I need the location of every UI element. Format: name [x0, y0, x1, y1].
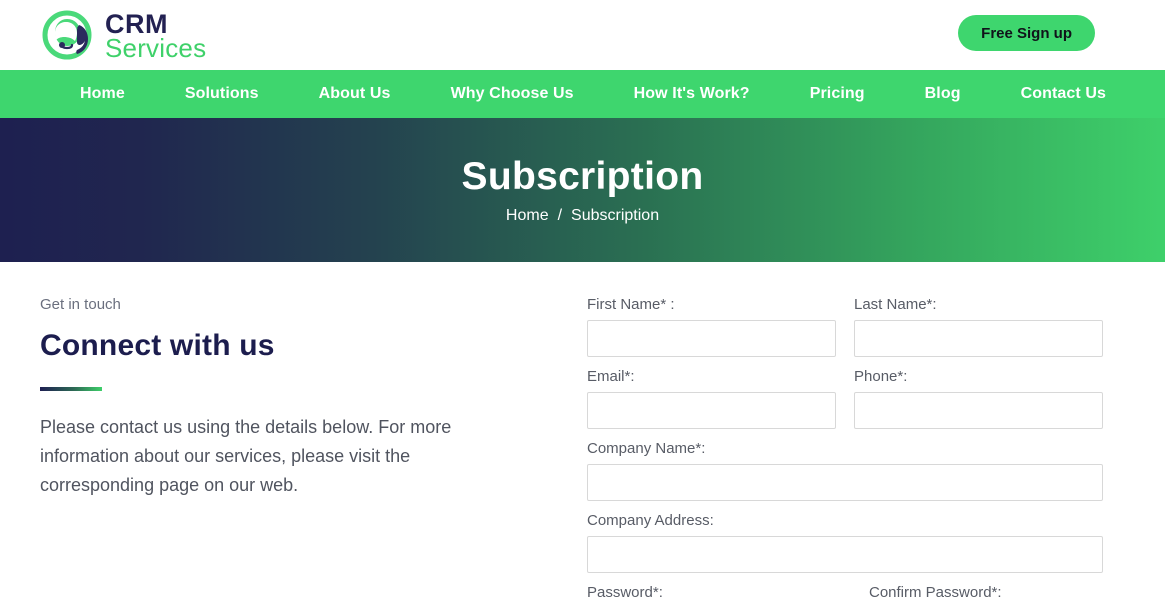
email-input[interactable]	[587, 392, 836, 429]
nav-item-pricing[interactable]: Pricing	[780, 85, 895, 103]
page-title: Subscription	[461, 155, 704, 198]
field-last-name: Last Name*:	[854, 296, 1103, 357]
headset-support-agent-icon	[40, 9, 96, 61]
form-row-password: Password*: Confirm Password*:	[587, 584, 1103, 601]
email-label: Email*:	[587, 368, 635, 385]
field-company-address: Company Address:	[587, 512, 1103, 573]
nav-list: Home Solutions About Us Why Choose Us Ho…	[50, 85, 1136, 103]
free-signup-button[interactable]: Free Sign up	[958, 15, 1095, 51]
company-name-input[interactable]	[587, 464, 1103, 501]
site-logo[interactable]: CRM Services	[40, 9, 206, 61]
intro-paragraph: Please contact us using the details belo…	[40, 417, 452, 495]
password-label: Password*:	[587, 584, 663, 601]
form-row-name: First Name* : Last Name*:	[587, 296, 1103, 357]
nav-item-blog[interactable]: Blog	[895, 85, 991, 103]
last-name-label: Last Name*:	[854, 296, 937, 313]
breadcrumb-home-link[interactable]: Home	[506, 207, 549, 225]
nav-item-home[interactable]: Home	[50, 85, 155, 103]
site-header: CRM Services Free Sign up	[0, 0, 1165, 70]
nav-item-contact-us[interactable]: Contact Us	[991, 85, 1136, 103]
subscription-form: First Name* : Last Name*: Email*: Phone*…	[545, 296, 1165, 601]
form-row-company-name: Company Name*:	[587, 440, 1103, 501]
intro-eyebrow: Get in touch	[40, 296, 121, 313]
breadcrumb-current: Subscription	[571, 207, 660, 224]
form-row-contact: Email*: Phone*:	[587, 368, 1103, 429]
field-confirm-password: Confirm Password*:	[854, 584, 1103, 601]
field-password: Password*:	[587, 584, 836, 601]
field-phone: Phone*:	[854, 368, 1103, 429]
breadcrumb-separator: /	[557, 207, 563, 224]
phone-label: Phone*:	[854, 368, 908, 385]
intro-heading: Connect with us	[40, 329, 275, 362]
nav-item-why-choose-us[interactable]: Why Choose Us	[421, 85, 604, 103]
first-name-input[interactable]	[587, 320, 836, 357]
logo-wordmark: CRM Services	[105, 9, 207, 63]
nav-item-about-us[interactable]: About Us	[289, 85, 421, 103]
field-email: Email*:	[587, 368, 836, 429]
company-address-input[interactable]	[587, 536, 1103, 573]
field-company-name: Company Name*:	[587, 440, 1103, 501]
phone-input[interactable]	[854, 392, 1103, 429]
nav-item-how-its-work[interactable]: How It's Work?	[604, 85, 780, 103]
logo-services-text: Services	[105, 33, 207, 63]
last-name-input[interactable]	[854, 320, 1103, 357]
first-name-label: First Name* :	[587, 296, 675, 313]
page-content: Get in touch Connect with us Please cont…	[0, 262, 1165, 601]
form-row-company-address: Company Address:	[587, 512, 1103, 573]
main-navigation: Home Solutions About Us Why Choose Us Ho…	[0, 70, 1165, 118]
company-address-label: Company Address:	[587, 512, 714, 529]
field-first-name: First Name* :	[587, 296, 836, 357]
confirm-password-label: Confirm Password*:	[869, 584, 1002, 601]
intro-column: Get in touch Connect with us Please cont…	[0, 296, 545, 601]
company-name-label: Company Name*:	[587, 440, 706, 457]
page-hero-banner: Subscription Home / Subscription	[0, 118, 1165, 262]
heading-underline-accent	[40, 387, 102, 391]
breadcrumb: Home / Subscription	[506, 207, 659, 225]
nav-item-solutions[interactable]: Solutions	[155, 85, 289, 103]
